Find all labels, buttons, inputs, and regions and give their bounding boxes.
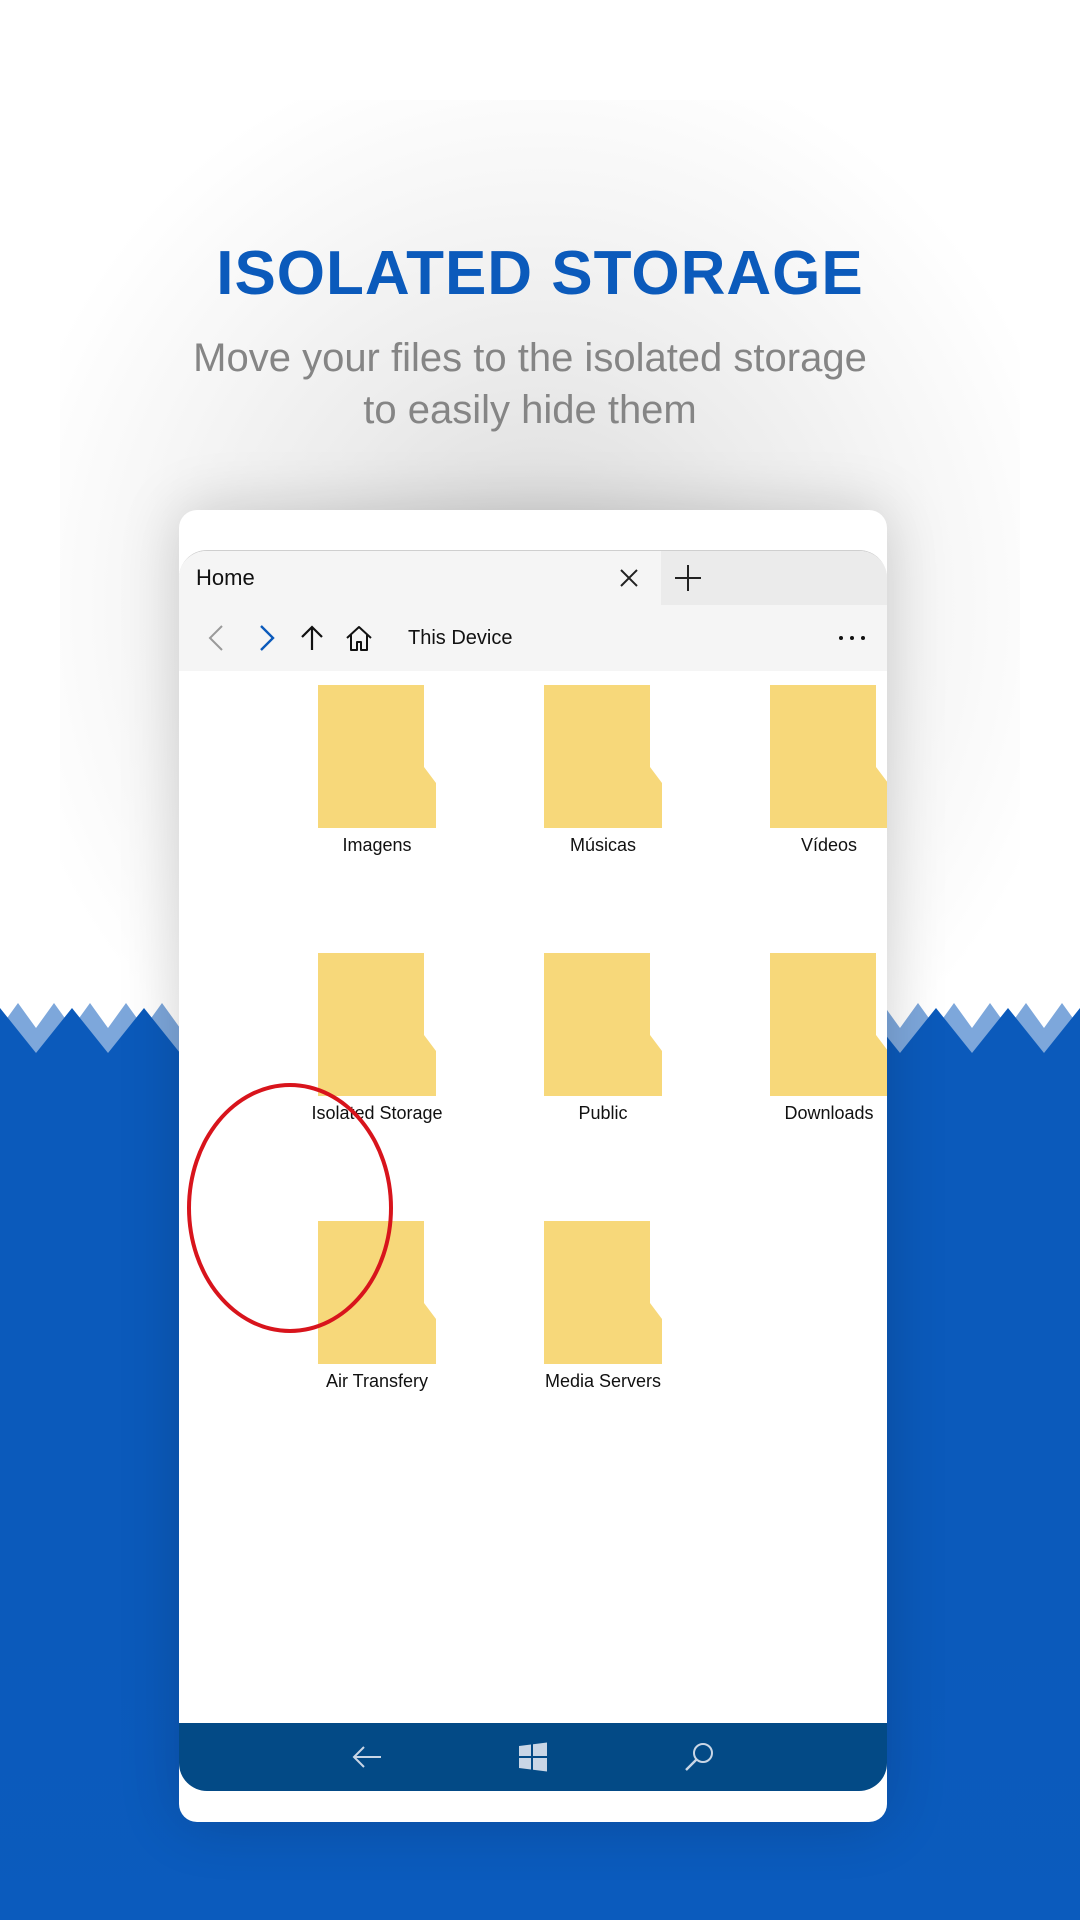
- folder-label: Downloads: [784, 1103, 874, 1123]
- home-icon[interactable]: [344, 623, 374, 653]
- folder-label: Imagens: [342, 835, 412, 855]
- windows-logo-icon[interactable]: [516, 1740, 550, 1774]
- current-path[interactable]: This Device: [408, 627, 512, 650]
- folder-item[interactable]: Downloads: [739, 939, 887, 1139]
- tab-title: Home: [196, 565, 255, 590]
- folder-label: Air Transfery: [325, 1371, 429, 1391]
- close-icon[interactable]: [617, 566, 641, 590]
- navigation-bar: This Device: [179, 605, 887, 671]
- folder-item[interactable]: Vídeos: [739, 671, 887, 871]
- plus-icon[interactable]: [673, 563, 703, 593]
- back-icon[interactable]: [350, 1740, 384, 1774]
- subtitle: Move your files to the isolated storage …: [150, 332, 910, 436]
- folder-item[interactable]: Media Servers: [513, 1207, 693, 1407]
- folder-label: Vídeos: [800, 835, 858, 855]
- folder-icon: [318, 685, 436, 828]
- forward-arrow-icon[interactable]: [250, 623, 280, 653]
- folder-grid: Imagens Músicas Vídeos Isolated Storage …: [179, 671, 887, 1711]
- folder-item[interactable]: Músicas: [513, 671, 693, 871]
- headline: ISOLATED STORAGE: [216, 239, 864, 308]
- more-icon[interactable]: [837, 623, 867, 653]
- folder-icon: [544, 1221, 662, 1364]
- folder-label: Músicas: [569, 835, 636, 855]
- search-icon[interactable]: [682, 1740, 716, 1774]
- folder-icon: [770, 953, 887, 1096]
- folder-icon: [544, 953, 662, 1096]
- folder-icon: [318, 953, 436, 1096]
- phone-mockup: Home This Device Imagens Músicas Vídeos …: [179, 510, 887, 1822]
- subtitle-line-2: to easily hide them: [363, 388, 697, 432]
- folder-label: Public: [578, 1103, 628, 1123]
- back-arrow-icon[interactable]: [203, 623, 233, 653]
- subtitle-line-1: Move your files to the isolated storage: [193, 336, 867, 380]
- folder-icon: [770, 685, 887, 828]
- app-screen: Home This Device Imagens Músicas Vídeos …: [179, 550, 887, 1791]
- system-taskbar: [179, 1723, 887, 1791]
- highlight-circle: [187, 1083, 393, 1333]
- folder-label: Media Servers: [544, 1371, 662, 1391]
- tab-home[interactable]: Home: [179, 551, 661, 605]
- tab-bar: Home: [179, 551, 887, 605]
- folder-item[interactable]: Imagens: [287, 671, 467, 871]
- new-tab-area: [661, 551, 887, 605]
- up-arrow-icon[interactable]: [297, 623, 327, 653]
- folder-item[interactable]: Public: [513, 939, 693, 1139]
- folder-icon: [544, 685, 662, 828]
